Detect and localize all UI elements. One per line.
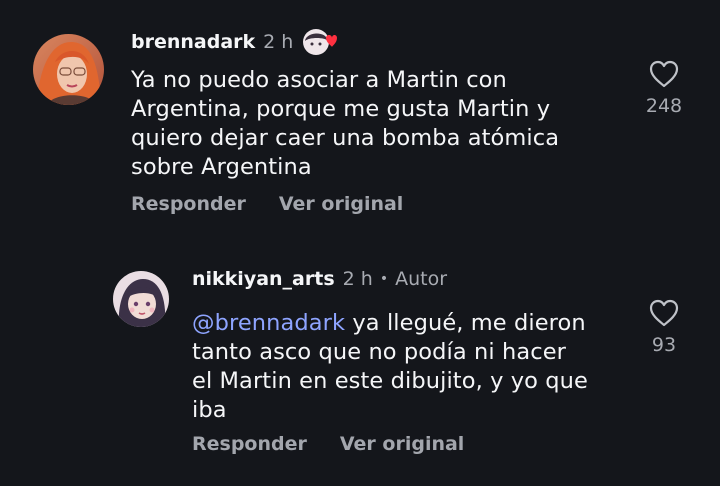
creator-liked-heart-avatar-icon (301, 27, 338, 57)
username[interactable]: brennadark (131, 31, 255, 53)
comment-text-line: sobre Argentina (131, 154, 312, 180)
comment-text: Ya no puedo asociar a Martin con Argenti… (131, 66, 559, 182)
avatar[interactable] (33, 34, 104, 105)
comment-actions: Responder Ver original (192, 433, 464, 455)
comment-text-line: Argentina, porque me gusta Martin y (131, 96, 551, 122)
heart-icon[interactable] (648, 59, 680, 89)
reply-button[interactable]: Responder (131, 193, 246, 215)
like-control: 248 (634, 59, 694, 117)
comment-text-segment: ya llegué, me dieron (345, 310, 586, 336)
comment-text-line: iba (192, 397, 227, 423)
user-drawing (113, 271, 169, 327)
like-count: 93 (651, 334, 677, 356)
comment-nikkiyan-arts: nikkiyan_arts 2 h • Autor @brennadark ya… (0, 240, 720, 486)
separator-dot: • (379, 271, 389, 287)
comment-actions: Responder Ver original (131, 193, 403, 215)
heart-icon[interactable] (648, 298, 680, 328)
author-badge: Autor (395, 268, 448, 290)
see-original-button[interactable]: Ver original (279, 193, 403, 215)
comment-text-line: tanto asco que no podía ni hacer (192, 339, 567, 365)
reply-button[interactable]: Responder (192, 433, 307, 455)
timestamp: 2 h (263, 31, 294, 53)
comment-text-line: @brennadark ya llegué, me dieron (192, 309, 588, 338)
like-control: 93 (634, 298, 694, 356)
comment-text-line: el Martin en este dibujito, y yo que (192, 368, 588, 394)
user-photo (33, 34, 104, 105)
mention-link[interactable]: @brennadark (192, 310, 345, 336)
comment-text-line: quiero dejar caer una bomba atómica (131, 125, 560, 151)
comment-text-line: Ya no puedo asociar a Martin con (131, 67, 507, 93)
comment-brennadark: brennadark 2 h Ya no puedo asociar a Mar… (0, 0, 720, 240)
username[interactable]: nikkiyan_arts (192, 268, 335, 290)
see-original-button[interactable]: Ver original (340, 433, 464, 455)
timestamp: 2 h (342, 268, 373, 290)
comment-text: @brennadark ya llegué, me dieron tanto a… (192, 309, 588, 425)
comment-meta: nikkiyan_arts 2 h • Autor (192, 268, 447, 290)
avatar[interactable] (113, 271, 169, 327)
comment-meta: brennadark 2 h (131, 27, 338, 57)
like-count: 248 (645, 95, 683, 117)
